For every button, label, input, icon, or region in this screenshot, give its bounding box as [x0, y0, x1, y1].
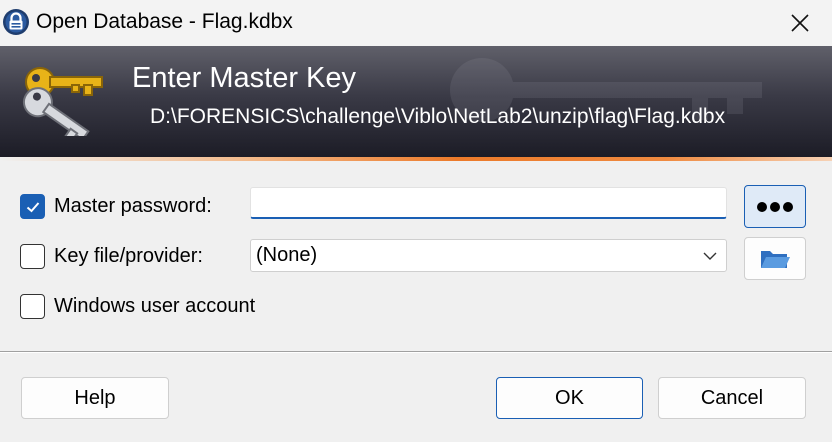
- show-password-dots-icon: [757, 201, 793, 212]
- browse-key-file-button[interactable]: [744, 237, 806, 280]
- keepass-lock-icon: [3, 9, 29, 35]
- ok-button[interactable]: OK: [496, 377, 643, 419]
- key-file-checkbox[interactable]: [20, 244, 45, 269]
- banner-title: Enter Master Key: [132, 62, 357, 94]
- master-password-label: Master password:: [54, 195, 212, 217]
- key-file-selected-value: (None): [256, 244, 318, 266]
- master-password-checkbox[interactable]: [20, 194, 45, 219]
- folder-open-icon: [761, 250, 790, 268]
- key-file-label: Key file/provider:: [54, 245, 203, 267]
- checkmark-icon: [26, 201, 39, 212]
- cancel-button[interactable]: Cancel: [658, 377, 806, 419]
- chevron-down-icon: [703, 252, 717, 260]
- window-title: Open Database - Flag.kdbx: [36, 10, 293, 33]
- header-banner: Enter Master Key D:\FORENSICS\challenge\…: [0, 46, 832, 157]
- key-file-select[interactable]: (None): [250, 239, 727, 272]
- show-password-button[interactable]: [744, 185, 806, 228]
- database-path: D:\FORENSICS\challenge\Viblo\NetLab2\unz…: [150, 105, 726, 128]
- close-icon: [791, 14, 809, 32]
- windows-account-checkbox[interactable]: [20, 294, 45, 319]
- banner-divider: [0, 157, 832, 161]
- help-button[interactable]: Help: [21, 377, 169, 419]
- close-button[interactable]: [772, 0, 828, 46]
- keys-icon: [22, 67, 103, 136]
- master-password-input[interactable]: [250, 187, 727, 219]
- button-separator: [0, 351, 832, 353]
- title-bar: Open Database - Flag.kdbx: [0, 0, 832, 46]
- windows-account-label: Windows user account: [54, 295, 256, 317]
